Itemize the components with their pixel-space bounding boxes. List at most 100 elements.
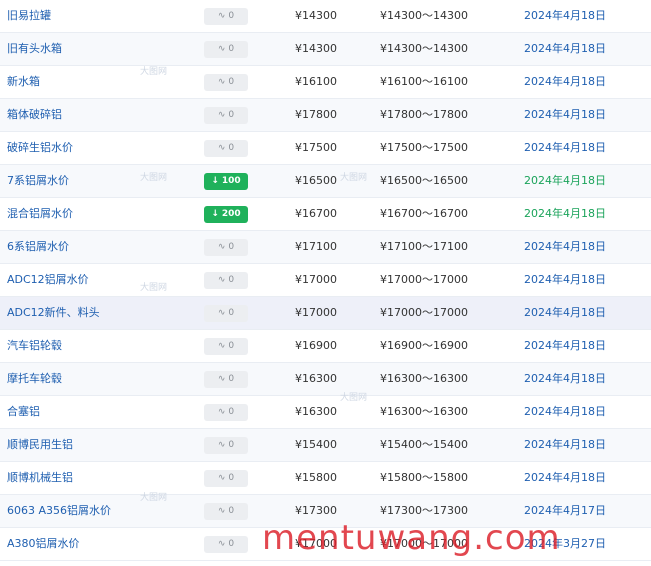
flat-trend-icon: ∿ [217,77,226,87]
table-row[interactable]: ADC12铝屑水价 ∿ 0 ¥17000 ¥17000～17000 2024年4月18日 [0,264,651,297]
table-row[interactable]: A380铝屑水价 ∿ 0 ¥17000 ¥17000～17000 2024年3月27日 [0,528,651,561]
flat-trend-icon: ∿ [217,506,226,516]
table-row[interactable]: ADC12新件、料头 ∿ 0 ¥17000 ¥17000～17000 2024年4月18日 [0,297,651,330]
price-value: ¥16100 [295,75,337,88]
change-badge: ∿ 0 [204,8,248,25]
change-badge: ∿ 0 [204,470,248,487]
flat-trend-icon: ∿ [217,308,226,318]
price-range: ¥17000～17000 [380,306,468,319]
price-range: ¥16300～16300 [380,372,468,385]
change-value: 0 [228,275,235,285]
change-value: 0 [228,77,235,87]
table-row[interactable]: 合塞铝 ∿ 0 ¥16300 ¥16300～16300 2024年4月18日 [0,396,651,429]
flat-trend-icon: ∿ [217,374,226,384]
change-value: 0 [228,506,235,516]
flat-trend-icon: ∿ [217,440,226,450]
update-date: 2024年4月18日 [524,438,606,451]
change-badge: ↓ 100 [204,173,248,190]
price-range: ¥16500～16500 [380,174,468,187]
change-value: 0 [228,473,235,483]
flat-trend-icon: ∿ [217,110,226,120]
price-range: ¥17000～17000 [380,537,468,550]
update-date: 2024年4月18日 [524,240,606,253]
table-row[interactable]: 汽车铝轮毂 ∿ 0 ¥16900 ¥16900～16900 2024年4月18日 [0,330,651,363]
product-name-link[interactable]: 顺博民用生铝 [7,429,73,461]
product-name-link[interactable]: 6系铝屑水价 [7,231,69,263]
update-date: 2024年4月18日 [524,405,606,418]
flat-trend-icon: ∿ [217,143,226,153]
update-date: 2024年4月18日 [524,141,606,154]
change-badge: ∿ 0 [204,41,248,58]
table-row[interactable]: 旧易拉罐 ∿ 0 ¥14300 ¥14300～14300 2024年4月18日 [0,0,651,33]
table-row[interactable]: 6063 A356铝屑水价 ∿ 0 ¥17300 ¥17300～17300 2024年4月… [0,495,651,528]
change-value: 0 [228,143,235,153]
down-arrow-icon: ↓ [211,176,219,186]
product-name-link[interactable]: 旧有头水箱 [7,33,62,65]
change-badge: ∿ 0 [204,140,248,157]
price-range: ¥16100～16100 [380,75,468,88]
product-name-link[interactable]: 6063 A356铝屑水价 [7,495,111,527]
price-value: ¥16900 [295,339,337,352]
change-value: 0 [228,308,235,318]
update-date: 2024年4月18日 [524,174,606,187]
product-name-link[interactable]: 箱体破碎铝 [7,99,62,131]
change-value: 0 [228,407,235,417]
price-value: ¥17000 [295,273,337,286]
price-range: ¥15800～15800 [380,471,468,484]
change-value: 0 [228,11,235,21]
change-badge: ∿ 0 [204,272,248,289]
table-row[interactable]: 箱体破碎铝 ∿ 0 ¥17800 ¥17800～17800 2024年4月18日 [0,99,651,132]
price-value: ¥15400 [295,438,337,451]
change-value: 0 [228,44,235,54]
flat-trend-icon: ∿ [217,341,226,351]
table-row[interactable]: 混合铝屑水价 ↓ 200 ¥16700 ¥16700～16700 2024年4月18日 [0,198,651,231]
price-value: ¥15800 [295,471,337,484]
update-date: 2024年4月18日 [524,273,606,286]
price-range: ¥17500～17500 [380,141,468,154]
price-range: ¥17000～17000 [380,273,468,286]
table-row[interactable]: 7系铝屑水价 ↓ 100 ¥16500 ¥16500～16500 2024年4月18日 [0,165,651,198]
price-range: ¥16300～16300 [380,405,468,418]
price-value: ¥17800 [295,108,337,121]
flat-trend-icon: ∿ [217,473,226,483]
price-range: ¥17100～17100 [380,240,468,253]
table-row[interactable]: 旧有头水箱 ∿ 0 ¥14300 ¥14300～14300 2024年4月18日 [0,33,651,66]
product-name-link[interactable]: ADC12新件、料头 [7,297,100,329]
update-date: 2024年4月18日 [524,372,606,385]
price-value: ¥16300 [295,405,337,418]
change-badge: ∿ 0 [204,338,248,355]
table-row[interactable]: 破碎生铝水价 ∿ 0 ¥17500 ¥17500～17500 2024年4月18日 [0,132,651,165]
table-row[interactable]: 6系铝屑水价 ∿ 0 ¥17100 ¥17100～17100 2024年4月18日 [0,231,651,264]
price-value: ¥17300 [295,504,337,517]
flat-trend-icon: ∿ [217,11,226,21]
price-value: ¥17100 [295,240,337,253]
product-name-link[interactable]: 顺博机械生铝 [7,462,73,494]
change-value: 0 [228,341,235,351]
down-arrow-icon: ↓ [211,209,219,219]
price-value: ¥17000 [295,537,337,550]
product-name-link[interactable]: 混合铝屑水价 [7,198,73,230]
change-value: 0 [228,242,235,252]
update-date: 2024年4月18日 [524,75,606,88]
table-row[interactable]: 顺博民用生铝 ∿ 0 ¥15400 ¥15400～15400 2024年4月18日 [0,429,651,462]
product-name-link[interactable]: 7系铝屑水价 [7,165,69,197]
flat-trend-icon: ∿ [217,539,226,549]
product-name-link[interactable]: 新水箱 [7,66,40,98]
table-row[interactable]: 顺博机械生铝 ∿ 0 ¥15800 ¥15800～15800 2024年4月18日 [0,462,651,495]
price-range: ¥15400～15400 [380,438,468,451]
product-name-link[interactable]: 汽车铝轮毂 [7,330,62,362]
update-date: 2024年4月18日 [524,9,606,22]
product-name-link[interactable]: 旧易拉罐 [7,0,51,32]
table-row[interactable]: 摩托车轮毂 ∿ 0 ¥16300 ¥16300～16300 2024年4月18日 [0,363,651,396]
update-date: 2024年4月18日 [524,108,606,121]
product-name-link[interactable]: 摩托车轮毂 [7,363,62,395]
table-row[interactable]: 新水箱 ∿ 0 ¥16100 ¥16100～16100 2024年4月18日 [0,66,651,99]
update-date: 2024年4月18日 [524,339,606,352]
product-name-link[interactable]: 合塞铝 [7,396,40,428]
price-value: ¥17000 [295,306,337,319]
price-range: ¥17300～17300 [380,504,468,517]
product-name-link[interactable]: ADC12铝屑水价 [7,264,89,296]
product-name-link[interactable]: 破碎生铝水价 [7,132,73,164]
price-value: ¥14300 [295,42,337,55]
product-name-link[interactable]: A380铝屑水价 [7,528,80,560]
